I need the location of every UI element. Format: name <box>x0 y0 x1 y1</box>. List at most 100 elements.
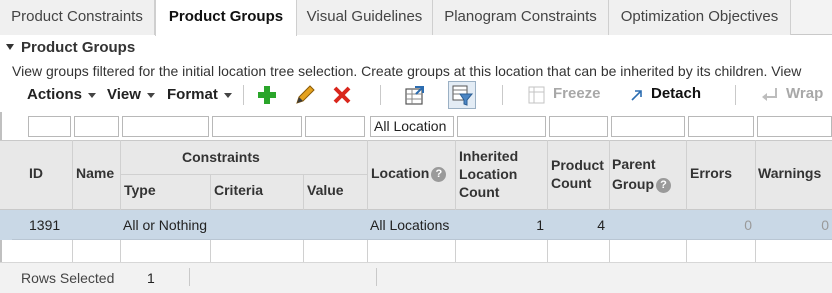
filter-parent-group[interactable] <box>611 116 685 137</box>
column-header-warnings[interactable]: Warnings <box>758 165 821 181</box>
help-icon[interactable]: ? <box>431 166 447 182</box>
detach-button[interactable]: Detach <box>651 85 701 102</box>
toolbar-separator <box>735 85 736 105</box>
column-group-constraints: Constraints <box>182 149 260 165</box>
column-divider <box>755 140 756 270</box>
filter-errors[interactable] <box>688 116 754 137</box>
help-icon[interactable]: ? <box>656 177 671 193</box>
product-groups-table: All Location ID Name Constraints Type Cr… <box>0 112 832 270</box>
rows-selected-label: Rows Selected <box>21 270 115 286</box>
filter-type[interactable] <box>122 116 209 137</box>
column-header-value[interactable]: Value <box>307 182 344 198</box>
column-header-errors[interactable]: Errors <box>690 165 732 181</box>
chevron-down-icon <box>88 92 97 98</box>
filter-name[interactable] <box>74 116 119 137</box>
export-button[interactable] <box>403 83 427 107</box>
cell-type: All or Nothing <box>123 217 208 233</box>
chevron-down-icon <box>223 92 232 98</box>
toolbar: Actions View Format Freeze Detach Wrap <box>12 81 832 110</box>
column-header-id[interactable]: ID <box>29 165 43 181</box>
filter-location[interactable]: All Location <box>370 116 454 137</box>
tab-bar: Product Constraints Product Groups Visua… <box>0 0 832 36</box>
column-header-type[interactable]: Type <box>124 182 156 198</box>
tab-planogram-constraints[interactable]: Planogram Constraints <box>433 0 609 35</box>
header-line: Parent <box>612 156 656 172</box>
header-line: Group <box>612 176 654 192</box>
arrow-up-right-icon <box>631 90 642 101</box>
cell-id: 1391 <box>29 217 61 233</box>
header-line: Count <box>551 175 592 191</box>
status-separator <box>376 268 377 286</box>
rows-selected-value: 1 <box>147 270 155 286</box>
column-header-product-count[interactable]: Product Count <box>551 156 604 192</box>
filter-id[interactable] <box>28 116 71 137</box>
cell-inherited-location-count: 1 <box>536 217 544 233</box>
toolbar-separator <box>243 85 244 105</box>
delete-button[interactable] <box>330 83 354 107</box>
delete-x-icon <box>333 86 351 104</box>
column-divider <box>72 140 73 270</box>
cell-location: All Locations <box>370 217 450 233</box>
wrap-icon-wrap <box>760 85 780 105</box>
export-spreadsheet-icon <box>405 86 424 105</box>
toolbar-separator <box>502 85 503 105</box>
view-menu[interactable]: View <box>107 86 155 103</box>
freeze-icon-wrap <box>528 85 546 105</box>
tab-visual-guidelines[interactable]: Visual Guidelines <box>297 0 433 35</box>
pencil-icon <box>296 85 315 104</box>
filter-table-icon <box>452 85 474 106</box>
wrap-button[interactable]: Wrap <box>786 85 823 102</box>
chevron-down-icon <box>146 92 155 98</box>
edit-button[interactable] <box>293 83 317 107</box>
header-divider <box>120 174 367 175</box>
filter-product-count[interactable] <box>549 116 608 137</box>
cell-errors: 0 <box>744 217 752 233</box>
column-header-name[interactable]: Name <box>76 165 114 181</box>
filter-inherited-location-count[interactable] <box>457 116 546 137</box>
toolbar-separator <box>380 85 381 105</box>
column-header-parent-group[interactable]: Parent Group? <box>612 154 671 194</box>
filter-criteria[interactable] <box>212 116 302 137</box>
status-bar: Rows Selected 1 <box>0 262 832 293</box>
tab-product-groups[interactable]: Product Groups <box>155 0 297 36</box>
cell-warnings: 0 <box>821 217 829 233</box>
freeze-button[interactable]: Freeze <box>553 85 601 102</box>
filter-value[interactable] <box>305 116 365 137</box>
column-divider <box>120 140 121 270</box>
column-header-criteria[interactable]: Criteria <box>214 182 263 198</box>
table-row[interactable]: 1391 All or Nothing All Locations 1 4 0 … <box>12 210 832 240</box>
status-separator <box>189 268 190 286</box>
actions-menu[interactable]: Actions <box>27 86 97 103</box>
filter-warnings[interactable] <box>757 116 832 137</box>
wrap-icon <box>762 88 777 101</box>
panel-title: Product Groups <box>21 39 136 56</box>
product-groups-screen: Product Constraints Product Groups Visua… <box>0 0 832 293</box>
column-divider <box>367 140 368 270</box>
cell-product-count: 4 <box>597 217 605 233</box>
view-menu-label: View <box>107 86 141 103</box>
column-divider <box>455 140 456 270</box>
tab-optimization-objectives[interactable]: Optimization Objectives <box>609 0 791 35</box>
column-divider <box>547 140 548 270</box>
actions-menu-label: Actions <box>27 86 83 103</box>
header-line: Location <box>459 166 518 182</box>
freeze-icon <box>528 86 545 104</box>
tab-product-constraints[interactable]: Product Constraints <box>0 0 155 35</box>
detach-icon-wrap <box>629 87 645 103</box>
column-divider <box>686 140 687 270</box>
column-header-location-label: Location <box>371 165 430 181</box>
column-divider <box>609 140 610 270</box>
column-header-location[interactable]: Location? <box>371 165 447 182</box>
collapse-triangle-icon[interactable] <box>6 44 14 50</box>
header-line: Product <box>551 157 604 173</box>
add-button[interactable] <box>255 83 279 107</box>
column-header-inherited-location-count[interactable]: Inherited Location Count <box>459 147 518 201</box>
plus-icon <box>258 86 276 104</box>
query-by-example-button[interactable] <box>448 81 476 109</box>
format-menu-label: Format <box>167 86 218 103</box>
header-line: Inherited <box>459 148 519 164</box>
format-menu[interactable]: Format <box>167 86 232 103</box>
panel-description: View groups filtered for the initial loc… <box>12 63 802 79</box>
panel-header[interactable]: Product Groups <box>0 38 832 60</box>
header-line: Count <box>459 184 500 200</box>
